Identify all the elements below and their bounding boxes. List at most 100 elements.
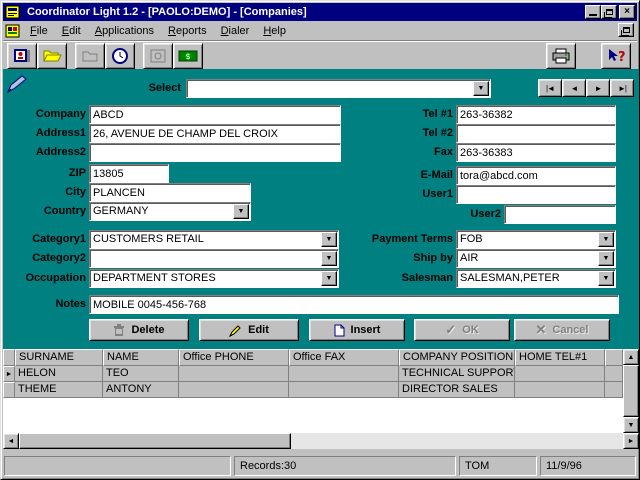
money-button[interactable]: $ <box>173 43 203 69</box>
close-button[interactable]: × <box>619 5 635 19</box>
nav-first-button[interactable]: |◄ <box>538 79 562 97</box>
menu-reports[interactable]: Reports <box>161 22 214 39</box>
dropdown-icon[interactable]: ▼ <box>473 81 489 96</box>
grid-row-1[interactable]: ► HELON TEO TECHNICAL SUPPORT <box>3 366 623 382</box>
country-value: GERMANY <box>90 203 232 220</box>
delete-button[interactable]: Delete <box>89 319 189 341</box>
dropdown-icon[interactable]: ▼ <box>321 232 337 247</box>
dropdown-icon[interactable]: ▼ <box>598 251 614 266</box>
clock-button[interactable] <box>105 43 135 69</box>
scroll-left-icon[interactable]: ◄ <box>3 433 19 449</box>
col-office-fax[interactable]: Office FAX <box>289 349 399 366</box>
company-form: Select ▼ |◄ ◄ ► ►| Company Address1 Addr… <box>3 69 639 349</box>
print-button[interactable] <box>546 43 576 69</box>
open-folder-button[interactable] <box>37 43 67 69</box>
cell-name[interactable]: ANTONY <box>103 382 179 398</box>
menu-file[interactable]: File <box>23 22 55 39</box>
app-icon <box>5 5 23 20</box>
nav-last-button[interactable]: ►| <box>610 79 634 97</box>
minimize-button[interactable] <box>585 5 601 19</box>
horizontal-scrollbar[interactable]: ◄ ► <box>3 433 639 449</box>
menu-help[interactable]: Help <box>256 22 293 39</box>
ok-button[interactable]: ✓ OK <box>414 319 510 341</box>
user1-label: User1 <box>422 188 453 200</box>
tel2-input[interactable] <box>456 124 616 143</box>
col-company-position[interactable]: COMPANY POSITION <box>399 349 515 366</box>
col-name[interactable]: NAME <box>103 349 179 366</box>
cell-company-position[interactable]: DIRECTOR SALES <box>399 382 515 398</box>
user2-label: User2 <box>470 208 501 220</box>
horizontal-scroll-thumb[interactable] <box>19 433 291 449</box>
grid-row-2[interactable]: THEME ANTONY DIRECTOR SALES <box>3 382 623 398</box>
closed-folder-button[interactable] <box>75 43 105 69</box>
ship-by-select[interactable]: AIR ▼ <box>456 249 616 268</box>
category2-select[interactable]: ▼ <box>89 249 339 268</box>
mdi-restore-button[interactable] <box>618 23 634 37</box>
cell-office-phone[interactable] <box>179 366 289 382</box>
trash-icon <box>113 324 125 337</box>
fax-input[interactable] <box>456 143 616 162</box>
company-input[interactable] <box>89 105 341 124</box>
address-book-button[interactable] <box>7 43 37 69</box>
tel2-label: Tel #2 <box>423 127 453 139</box>
safe-button[interactable] <box>143 43 173 69</box>
user2-input[interactable] <box>504 205 616 224</box>
col-surname[interactable]: SURNAME <box>15 349 103 366</box>
city-input[interactable] <box>89 183 251 202</box>
cell-office-fax[interactable] <box>289 382 399 398</box>
cell-company-position[interactable]: TECHNICAL SUPPORT <box>399 366 515 382</box>
row-filler <box>605 382 623 398</box>
status-panel-empty <box>4 456 231 476</box>
menu-dialer[interactable]: Dialer <box>214 22 257 39</box>
category1-select[interactable]: CUSTOMERS RETAIL ▼ <box>89 230 339 249</box>
select-combobox[interactable]: ▼ <box>186 79 491 98</box>
address2-input[interactable] <box>89 143 341 162</box>
cell-home-tel1[interactable] <box>515 382 605 398</box>
insert-button[interactable]: Insert <box>309 319 405 341</box>
zip-input[interactable] <box>89 164 169 183</box>
dropdown-icon[interactable]: ▼ <box>598 232 614 247</box>
grid-vertical-scrollbar[interactable]: ▲ ▼ <box>623 349 639 433</box>
horizontal-scroll-track[interactable] <box>291 433 623 449</box>
edit-button[interactable]: Edit <box>199 319 299 341</box>
scroll-right-icon[interactable]: ► <box>623 433 639 449</box>
cell-office-fax[interactable] <box>289 366 399 382</box>
window-title: Coordinator Light 1.2 - [PAOLO:DEMO] - [… <box>27 6 585 18</box>
notes-input[interactable] <box>89 295 619 314</box>
dropdown-icon[interactable]: ▼ <box>321 251 337 266</box>
help-button[interactable]: ? <box>601 43 631 69</box>
vertical-scroll-thumb[interactable] <box>623 365 639 417</box>
menu-applications[interactable]: Applications <box>88 22 161 39</box>
tel1-input[interactable] <box>456 105 616 124</box>
cell-name[interactable]: TEO <box>103 366 179 382</box>
country-select[interactable]: GERMANY ▼ <box>89 202 251 221</box>
cancel-label: Cancel <box>552 324 588 336</box>
nav-next-button[interactable]: ► <box>586 79 610 97</box>
scroll-up-icon[interactable]: ▲ <box>623 349 639 365</box>
status-date: 11/9/96 <box>540 456 636 476</box>
user1-input[interactable] <box>456 185 616 204</box>
col-office-phone[interactable]: Office PHONE <box>179 349 289 366</box>
country-label: Country <box>44 205 86 217</box>
salesman-value: SALESMAN,PETER <box>457 270 597 287</box>
salesman-label: Salesman <box>402 272 453 284</box>
cell-home-tel1[interactable] <box>515 366 605 382</box>
dropdown-icon[interactable]: ▼ <box>233 204 249 219</box>
dropdown-icon[interactable]: ▼ <box>321 271 337 286</box>
menu-edit[interactable]: Edit <box>55 22 88 39</box>
col-home-tel1[interactable]: HOME TEL#1 <box>515 349 605 366</box>
cell-surname[interactable]: THEME <box>15 382 103 398</box>
restore-button[interactable] <box>601 5 617 19</box>
ship-by-label: Ship by <box>413 252 453 264</box>
nav-prev-button[interactable]: ◄ <box>562 79 586 97</box>
scroll-down-icon[interactable]: ▼ <box>623 417 639 433</box>
salesman-select[interactable]: SALESMAN,PETER ▼ <box>456 269 616 288</box>
dropdown-icon[interactable]: ▼ <box>598 271 614 286</box>
cancel-button[interactable]: ✕ Cancel <box>514 319 610 341</box>
cell-office-phone[interactable] <box>179 382 289 398</box>
payment-terms-select[interactable]: FOB ▼ <box>456 230 616 249</box>
address1-input[interactable] <box>89 124 341 143</box>
cell-surname[interactable]: HELON <box>15 366 103 382</box>
email-input[interactable] <box>456 166 616 185</box>
occupation-select[interactable]: DEPARTMENT STORES ▼ <box>89 269 339 288</box>
